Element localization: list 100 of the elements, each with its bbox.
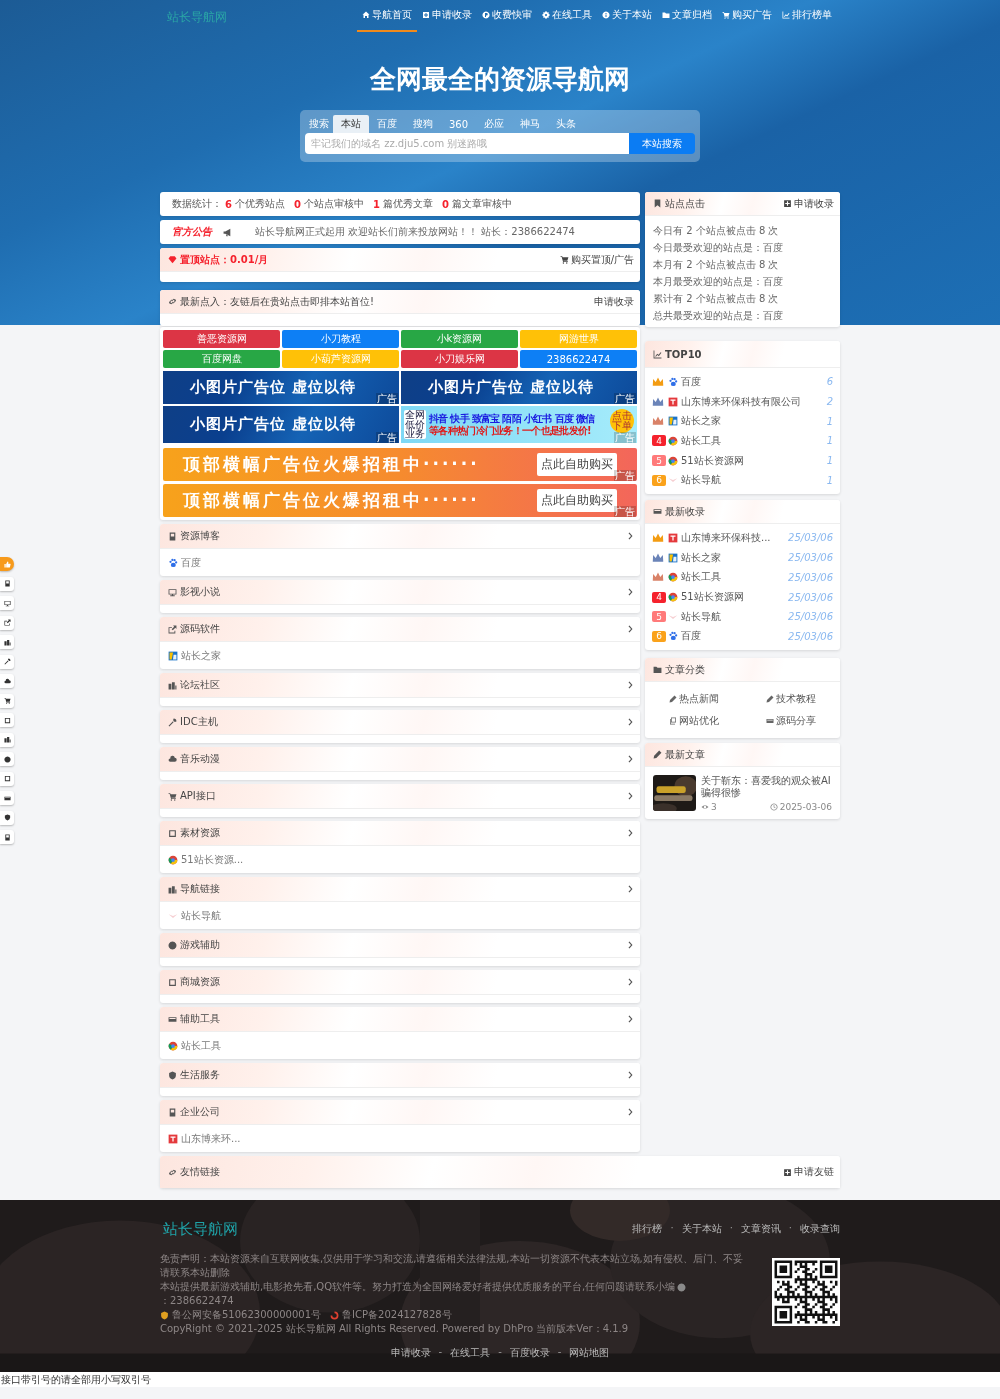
- footer-link[interactable]: 排行榜: [632, 1222, 663, 1236]
- coin-icon: [482, 11, 490, 19]
- category-title[interactable]: IDC主机: [180, 715, 218, 729]
- footer-link[interactable]: 在线工具: [450, 1346, 491, 1360]
- site-link[interactable]: 站长导航: [168, 908, 221, 923]
- ad-banner[interactable]: 小图片广告位 虚位以待 广告: [163, 371, 399, 404]
- category-title[interactable]: API接口: [180, 789, 216, 803]
- site-link[interactable]: 51站长资源网: [668, 453, 744, 468]
- site-link[interactable]: 站长工具: [168, 1038, 221, 1053]
- category-title[interactable]: 影视小说: [180, 585, 220, 599]
- nav-link[interactable]: 在线工具: [537, 0, 597, 32]
- search-tab[interactable]: 本站: [333, 115, 369, 133]
- footer-link[interactable]: 申请收录: [390, 1346, 431, 1360]
- site-link[interactable]: 51站长资源...: [168, 852, 244, 867]
- info-icon: [602, 11, 610, 19]
- disclaimer-text: 免责声明：本站资源来自互联网收集,仅供用于学习和交流,请遵循相关法律法规,本站一切资源不代表本站立场,如有侵权、后门、不妥请联系本站删除: [160, 1252, 744, 1280]
- buy-ad-link[interactable]: 购买置顶/广告: [559, 252, 634, 267]
- building-icon: [168, 884, 177, 894]
- chevron-icon: [626, 792, 634, 800]
- site-link[interactable]: 山东博来环...: [168, 1131, 241, 1146]
- site-link[interactable]: 站长工具: [668, 570, 721, 585]
- site-link[interactable]: 站长导航: [668, 473, 721, 488]
- search-field[interactable]: 牢记我们的域名 zz.dju5.com 别迷路哦: [305, 133, 629, 154]
- footer-link[interactable]: 百度收录: [509, 1346, 550, 1360]
- card-title: 站点点击: [665, 196, 705, 211]
- category-title[interactable]: 游戏辅助: [180, 938, 220, 952]
- side-toolbar-button[interactable]: [0, 791, 14, 805]
- side-toolbar-button[interactable]: [0, 713, 14, 727]
- ad-banner[interactable]: 小图片广告位 虚位以待 广告: [163, 406, 399, 443]
- footer-link[interactable]: 收录查询: [800, 1222, 840, 1236]
- police-record-link[interactable]: 鲁公网安备51062300000001号: [172, 1308, 322, 1322]
- site-link[interactable]: 站长之家: [168, 648, 221, 663]
- category-title[interactable]: 音乐动漫: [180, 752, 220, 766]
- paw-icon: [668, 631, 678, 642]
- site-link[interactable]: 百度: [668, 629, 701, 644]
- ad-banner[interactable]: 顶部横幅广告位火爆招租中······ 点此自助购买 广告: [163, 448, 637, 481]
- stat-text: 个站点审核中: [303, 197, 364, 211]
- quick-link[interactable]: 小刀教程: [282, 330, 399, 348]
- date: 25/03/06: [788, 630, 833, 642]
- quick-link[interactable]: 小刀娱乐网: [401, 350, 518, 368]
- side-toolbar-button[interactable]: [0, 576, 14, 591]
- chevron-icon: [626, 681, 634, 689]
- side-toolbar-button[interactable]: [0, 752, 14, 766]
- category-title[interactable]: 企业公司: [180, 1105, 220, 1119]
- side-toolbar-button[interactable]: [0, 810, 14, 825]
- site-link[interactable]: 站长之家: [668, 414, 721, 429]
- article-category-link[interactable]: 热点新闻: [645, 688, 743, 711]
- megaphone-icon: [223, 227, 232, 237]
- apply-link[interactable]: 申请收录: [783, 196, 834, 211]
- category-title[interactable]: 论坛社区: [180, 678, 220, 692]
- category-title[interactable]: 源码软件: [180, 622, 220, 636]
- nav-link[interactable]: 排行榜单: [777, 0, 837, 32]
- article-category-link[interactable]: 技术教程: [742, 688, 840, 711]
- wheel-icon: [668, 572, 678, 583]
- side-toolbar-button[interactable]: [0, 674, 14, 688]
- site-link[interactable]: 站长导航: [668, 609, 721, 624]
- article-category-link[interactable]: 网站优化: [645, 710, 743, 733]
- plus-icon: [783, 199, 792, 208]
- search-button[interactable]: 本站搜索: [629, 133, 695, 154]
- site-link[interactable]: 站长之家: [668, 550, 721, 565]
- category-title[interactable]: 生活服务: [180, 1068, 220, 1082]
- footer-link[interactable]: 网站地图: [569, 1346, 610, 1360]
- side-toolbar-button[interactable]: [0, 693, 14, 708]
- site-link[interactable]: 山东博来环保科技...: [668, 530, 771, 545]
- side-toolbar-button[interactable]: [0, 830, 14, 844]
- card-icon: [653, 507, 662, 517]
- category-title[interactable]: 辅助工具: [180, 1012, 220, 1026]
- site-link[interactable]: 百度: [168, 555, 201, 570]
- nav-link[interactable]: 申请收录: [417, 0, 477, 32]
- separator: -: [438, 1346, 443, 1359]
- ad-banner[interactable]: 小图片广告位 虚位以待 广告: [401, 371, 637, 404]
- nav-link[interactable]: 购买广告: [717, 0, 777, 32]
- site-link[interactable]: 站长工具: [668, 433, 721, 448]
- quick-link[interactable]: 2386622474: [520, 350, 637, 368]
- category-title[interactable]: 导航链接: [180, 882, 220, 896]
- apply-friend-link[interactable]: 申请友链: [783, 1165, 834, 1179]
- side-toolbar-button[interactable]: [0, 635, 14, 649]
- nav-link[interactable]: 导航首页: [357, 0, 417, 32]
- article-category-link[interactable]: 源码分享: [742, 710, 840, 733]
- category-title[interactable]: 资源博客: [180, 529, 220, 543]
- nav-link[interactable]: 收费快审: [477, 0, 537, 32]
- category-title[interactable]: 素材资源: [180, 826, 220, 840]
- side-toolbar-button[interactable]: [0, 654, 14, 669]
- icp-record-link[interactable]: 鲁ICP备2024127828号: [342, 1308, 452, 1322]
- site-link[interactable]: 山东博来环保科技有限公司: [668, 394, 801, 409]
- footer-link[interactable]: 关于本站: [681, 1222, 722, 1236]
- footer-logo[interactable]: 站长导航网: [163, 1219, 238, 1239]
- apply-link[interactable]: 申请收录: [594, 294, 634, 309]
- article-title[interactable]: 关于靳东：喜爱我的观众被AI骗得很惨: [701, 775, 832, 800]
- nav-link[interactable]: 文章归档: [657, 0, 717, 32]
- site-link[interactable]: 51站长资源网: [668, 590, 744, 605]
- category-title[interactable]: 商城资源: [180, 975, 220, 989]
- quick-link[interactable]: 善恶资源网: [163, 330, 280, 348]
- plus-icon: [422, 11, 430, 19]
- ad-banner[interactable]: 顶部横幅广告位火爆招租中······ 点此自助购买 广告: [163, 484, 637, 517]
- side-toolbar-button[interactable]: [0, 732, 14, 747]
- site-link[interactable]: 百度: [668, 374, 701, 389]
- nav-link[interactable]: 关于本站: [597, 0, 657, 32]
- side-toolbar-button[interactable]: [0, 771, 14, 786]
- footer-link[interactable]: 文章资讯: [740, 1222, 781, 1236]
